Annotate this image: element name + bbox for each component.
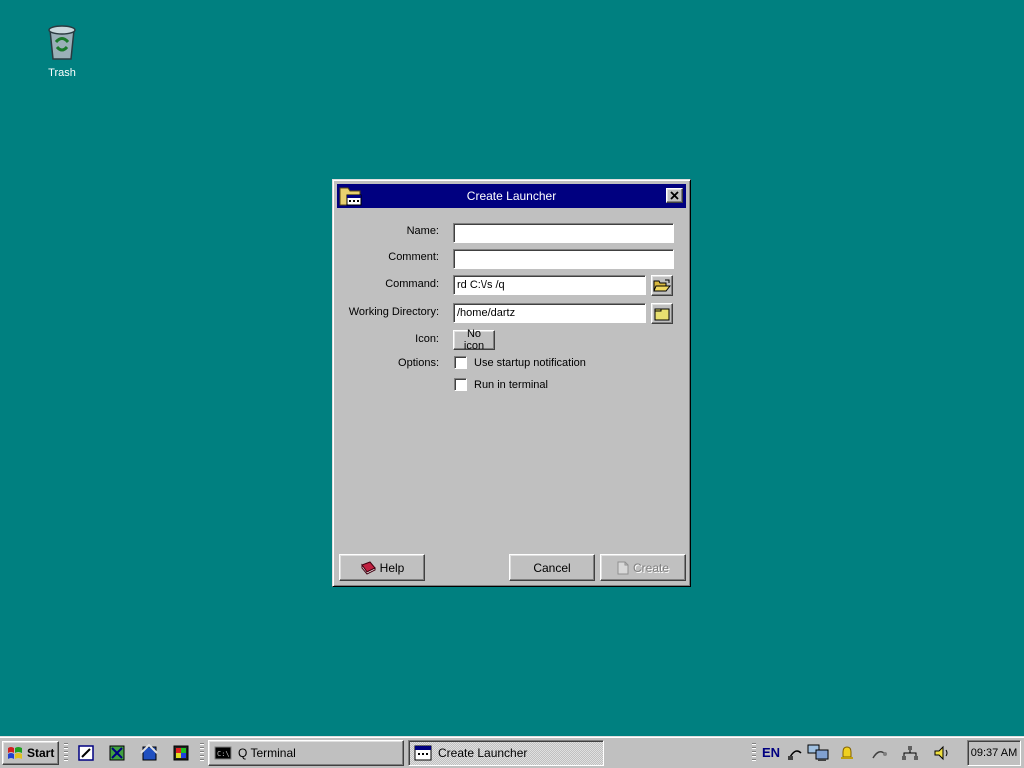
open-folder-icon — [653, 279, 671, 291]
cancel-button[interactable]: Cancel — [509, 554, 595, 581]
start-logo-icon — [8, 747, 22, 759]
dialog-title: Create Launcher — [466, 189, 557, 203]
working-directory-label: Working Directory: — [348, 306, 439, 318]
icon-label: Icon: — [415, 333, 439, 345]
startup-notification-checkbox[interactable] — [454, 356, 467, 369]
task-button-q-terminal[interactable]: C:\ Q Terminal — [208, 740, 404, 766]
svg-text:C:\: C:\ — [217, 750, 230, 758]
comment-label: Comment: — [388, 251, 439, 263]
working-directory-browse-button[interactable] — [651, 303, 673, 324]
command-input[interactable] — [453, 275, 646, 295]
startup-notification-option[interactable]: Use startup notification — [454, 356, 586, 369]
taskbar: Start C:\ Q Terminal Create Launcher EN … — [0, 736, 1024, 768]
create-button[interactable]: Create — [600, 554, 686, 581]
quicklaunch-grip[interactable] — [64, 743, 68, 763]
help-button[interactable]: Help — [339, 554, 425, 581]
run-in-terminal-checkbox[interactable] — [454, 378, 467, 391]
settings-launch-icon[interactable] — [108, 744, 126, 762]
connection-icon[interactable] — [870, 744, 888, 762]
tools-launch-icon[interactable] — [140, 743, 158, 762]
tasklist-grip[interactable] — [200, 743, 204, 763]
name-label: Name: — [406, 225, 439, 237]
lan-icon[interactable] — [900, 744, 920, 762]
editor-launch-icon[interactable] — [77, 744, 95, 762]
network-plug-icon[interactable] — [786, 744, 804, 762]
trash-icon — [48, 25, 76, 60]
tray-grip[interactable] — [752, 743, 756, 763]
close-button[interactable] — [666, 188, 683, 203]
help-book-icon — [360, 560, 376, 575]
title-bar[interactable]: Create Launcher — [337, 184, 686, 208]
help-button-label: Help — [379, 560, 405, 575]
comment-input[interactable] — [453, 249, 674, 269]
close-icon — [670, 191, 679, 200]
task-label: Create Launcher — [438, 746, 528, 760]
working-directory-input[interactable] — [453, 303, 646, 323]
create-launcher-dialog: Create Launcher Name: Comment: Command: … — [332, 179, 691, 587]
start-label: Start — [27, 746, 55, 760]
options-label: Options: — [398, 357, 439, 369]
command-browse-button[interactable] — [651, 275, 673, 296]
notification-bell-icon[interactable] — [838, 744, 856, 762]
volume-icon[interactable] — [932, 744, 952, 762]
new-document-icon — [617, 561, 629, 574]
folder-icon — [654, 308, 670, 320]
desktop-icon-label: Trash — [48, 67, 76, 79]
paint-launch-icon[interactable] — [172, 744, 190, 762]
start-button[interactable]: Start — [2, 741, 59, 765]
command-label: Command: — [385, 278, 439, 290]
launcher-task-icon — [414, 745, 432, 761]
language-indicator[interactable]: EN — [762, 745, 780, 763]
task-button-create-launcher[interactable]: Create Launcher — [408, 740, 604, 766]
clock[interactable]: 09:37 AM — [967, 740, 1021, 766]
computers-icon[interactable] — [806, 744, 830, 762]
create-button-label: Create — [632, 560, 670, 575]
startup-notification-label: Use startup notification — [474, 356, 586, 369]
terminal-icon: C:\ — [214, 746, 232, 760]
name-input[interactable] — [453, 223, 674, 243]
run-in-terminal-label: Run in terminal — [474, 378, 548, 391]
desktop-icon-trash[interactable]: Trash — [36, 22, 88, 79]
run-in-terminal-option[interactable]: Run in terminal — [454, 378, 548, 391]
task-label: Q Terminal — [238, 746, 296, 760]
no-icon-button[interactable]: No icon — [453, 328, 495, 352]
